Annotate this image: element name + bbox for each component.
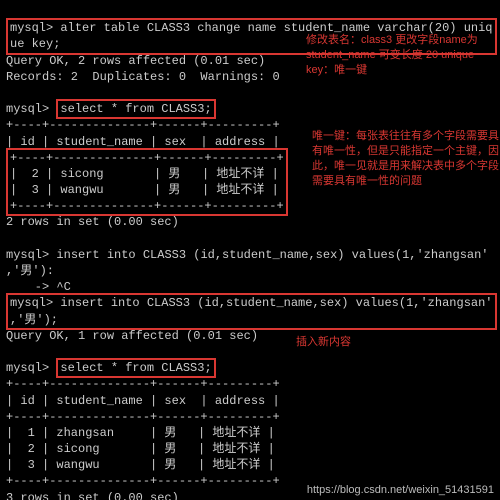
sql: insert into CLASS3 (id,student_name,sex)…	[56, 248, 488, 262]
table-header: | id | student_name | sex | address |	[6, 394, 280, 408]
table-row: | 3 | wangwu | 男 | 地址不详 |	[6, 458, 275, 472]
table-body-1: +----+--------------+------+---------+ |…	[6, 148, 288, 217]
ctrl-c: -> ^C	[6, 280, 71, 294]
sql-cont: ue key;	[10, 37, 60, 51]
sql-cont: ,'男'):	[6, 264, 54, 278]
annotation-1: 修改表名：class3 更改字段name为student_name 可变长度 2…	[306, 33, 496, 78]
cmd-select-2: select * from CLASS3;	[56, 358, 215, 378]
cmd-insert: mysql> insert into CLASS3 (id,student_na…	[6, 293, 497, 329]
table-row: | 3 | wangwu | 男 | 地址不详 |	[10, 183, 279, 197]
rows-info: 2 rows in set (0.00 sec)	[6, 215, 179, 229]
annotation-3: 插入新内容	[296, 335, 376, 350]
table-row: | 1 | zhangsan | 男 | 地址不详 |	[6, 426, 275, 440]
query-result: Query OK, 2 rows affected (0.01 sec)	[6, 54, 265, 68]
annotation-2: 唯一键：每张表往往有多个字段需要具有唯一性，但是只能指定一个主键，因此，唯一见就…	[312, 129, 500, 188]
prompt: mysql>	[10, 21, 60, 35]
query-result: Records: 2 Duplicates: 0 Warnings: 0	[6, 70, 280, 84]
table-row: | 2 | sicong | 男 | 地址不详 |	[6, 442, 275, 456]
table-border: +----+--------------+------+---------+	[6, 118, 280, 132]
query-result: Query OK, 1 row affected (0.01 sec)	[6, 329, 258, 343]
table-header: | id | student_name | sex | address |	[6, 135, 280, 149]
prompt: mysql>	[6, 102, 56, 116]
prompt: mysql>	[6, 361, 56, 375]
rows-info: 3 rows in set (0.00 sec)	[6, 491, 179, 500]
watermark: https://blog.csdn.net/weixin_51431591	[307, 483, 494, 498]
table-row: | 2 | sicong | 男 | 地址不详 |	[10, 167, 279, 181]
prompt: mysql>	[10, 296, 60, 310]
cmd-select-1: select * from CLASS3;	[56, 99, 215, 119]
prompt: mysql>	[6, 248, 56, 262]
